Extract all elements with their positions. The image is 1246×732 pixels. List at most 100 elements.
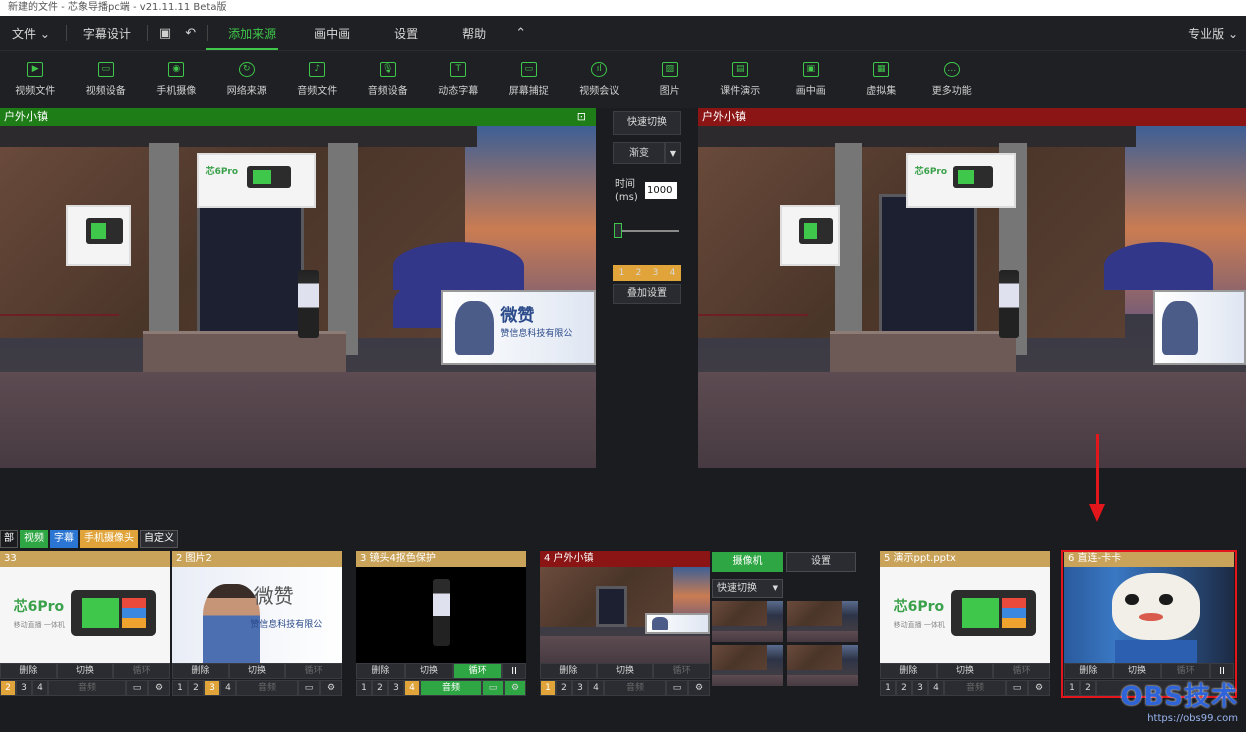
- layer-button-3[interactable]: 3: [388, 680, 404, 696]
- layer-button-4[interactable]: 4: [220, 680, 236, 696]
- camera-quick-switch-select[interactable]: 快速切换 ▼: [712, 579, 783, 598]
- transition-mode-select[interactable]: 渐变: [613, 142, 665, 164]
- audio-button[interactable]: 音频: [604, 680, 666, 696]
- gear-icon[interactable]: ⚙: [688, 680, 710, 696]
- tab-custom[interactable]: 自定义: [140, 530, 178, 548]
- toolbar-item-audio-file[interactable]: ♪ 音频文件: [282, 51, 353, 108]
- menu-subtitle-design[interactable]: 字幕设计: [71, 25, 143, 42]
- preview-video[interactable]: 芯6Pro 微赞 赞信息科技有限公: [0, 126, 596, 468]
- toolbar-item-image[interactable]: ▨ 图片: [635, 51, 706, 108]
- overlay-number-4[interactable]: 4: [664, 265, 681, 281]
- monitor-icon[interactable]: ▭: [298, 680, 320, 696]
- gear-icon[interactable]: ⚙: [320, 680, 342, 696]
- tab-pip[interactable]: 画中画: [292, 25, 372, 42]
- loop-button[interactable]: 循环: [653, 663, 711, 679]
- tab-all[interactable]: 部: [0, 530, 18, 548]
- gear-icon[interactable]: ⚙: [504, 680, 526, 696]
- toolbar-item-meeting[interactable]: ıl 视频会议: [564, 51, 635, 108]
- source-card[interactable]: 4 户外小镇 删除 切换 循环 1 2 3 4 音频 ▭ ⚙: [540, 551, 711, 698]
- layer-button-4[interactable]: 4: [32, 680, 48, 696]
- layer-button-1[interactable]: 1: [880, 680, 896, 696]
- toolbar-item-text[interactable]: T 动态字幕: [423, 51, 494, 108]
- camera-thumb[interactable]: [787, 645, 858, 686]
- loop-button[interactable]: 循环: [113, 663, 171, 679]
- source-thumbnail[interactable]: [356, 567, 526, 663]
- camera-thumb[interactable]: [712, 601, 783, 642]
- pause-button[interactable]: II: [502, 663, 527, 679]
- source-thumbnail[interactable]: [540, 567, 710, 663]
- gear-icon[interactable]: ⚙: [148, 680, 170, 696]
- layer-button-4[interactable]: 4: [928, 680, 944, 696]
- monitor-icon[interactable]: ▭: [482, 680, 504, 696]
- layer-button-2[interactable]: 2: [188, 680, 204, 696]
- layer-button-1[interactable]: 1: [540, 680, 556, 696]
- transition-slider-handle[interactable]: [614, 223, 622, 238]
- tab-add-source[interactable]: 添加来源: [212, 25, 292, 42]
- gear-icon[interactable]: ⚙: [1028, 680, 1050, 696]
- layer-button-2[interactable]: 2: [556, 680, 572, 696]
- toolbar-item-mic[interactable]: 🎙 音频设备: [353, 51, 424, 108]
- source-card[interactable]: 2 图片2 微赞 赞信息科技有限公 删除 切换 循环 1 2 3 4 音频 ▭ ⚙: [172, 551, 343, 698]
- delete-button[interactable]: 删除: [540, 663, 597, 679]
- layer-button-2[interactable]: 2: [896, 680, 912, 696]
- switch-button[interactable]: 切换: [228, 663, 286, 679]
- toolbar-item-courseware[interactable]: ▤ 课件演示: [705, 51, 776, 108]
- edition-selector[interactable]: 专业版 ⌄: [1188, 25, 1238, 42]
- toolbar-item-virtual-set[interactable]: ▦ 虚拟集: [846, 51, 917, 108]
- layer-button-3[interactable]: 3: [16, 680, 32, 696]
- layer-button-3[interactable]: 3: [572, 680, 588, 696]
- switch-button[interactable]: 切换: [404, 663, 454, 679]
- source-thumbnail[interactable]: 微赞 赞信息科技有限公: [172, 567, 342, 663]
- layer-button-4[interactable]: 4: [404, 680, 420, 696]
- camera-thumb[interactable]: [787, 601, 858, 642]
- monitor-icon[interactable]: ▭: [1006, 680, 1028, 696]
- monitor-icon[interactable]: ▭: [126, 680, 148, 696]
- layer-button-3[interactable]: 3: [912, 680, 928, 696]
- tab-video[interactable]: 视频: [20, 530, 48, 548]
- menu-file[interactable]: 文件 ⌄: [0, 25, 62, 42]
- tab-phone-camera[interactable]: 手机摄像头: [80, 530, 138, 548]
- source-card[interactable]: 3 镜头4抠色保护 删除 切换 循环 II 1 2 3 4 音频 ▭ ⚙: [356, 551, 527, 698]
- delete-button[interactable]: 删除: [172, 663, 229, 679]
- quick-switch-button[interactable]: 快速切换: [613, 111, 681, 135]
- delete-button[interactable]: 删除: [0, 663, 57, 679]
- audio-button[interactable]: 音频: [944, 680, 1006, 696]
- camera-thumb[interactable]: [712, 645, 783, 686]
- overlay-number-1[interactable]: 1: [613, 265, 630, 281]
- layer-button-2[interactable]: 2: [0, 680, 16, 696]
- tab-subtitle[interactable]: 字幕: [50, 530, 78, 548]
- toolbar-item-network[interactable]: ↻ 网络来源: [212, 51, 283, 108]
- time-input[interactable]: 1000: [645, 182, 677, 199]
- save-icon[interactable]: ▣: [152, 26, 178, 41]
- delete-button[interactable]: 删除: [880, 663, 937, 679]
- switch-button[interactable]: 切换: [936, 663, 994, 679]
- switch-button[interactable]: 切换: [596, 663, 654, 679]
- tab-help[interactable]: 帮助: [440, 25, 508, 42]
- chevron-down-icon[interactable]: ▼: [665, 142, 681, 164]
- monitor-icon[interactable]: ▭: [666, 680, 688, 696]
- source-thumbnail[interactable]: 芯6Pro 移动直播 一体机: [0, 567, 170, 663]
- toolbar-item-phone-camera[interactable]: ◉ 手机摄像: [141, 51, 212, 108]
- layer-button-2[interactable]: 2: [372, 680, 388, 696]
- overlay-number-3[interactable]: 3: [647, 265, 664, 281]
- source-card[interactable]: 33 芯6Pro 移动直播 一体机 删除 切换 循环 2 3 4 音频 ▭ ⚙: [0, 551, 171, 698]
- delete-button[interactable]: 删除: [356, 663, 405, 679]
- toolbar-item-screen[interactable]: ▭ 屏幕捕捉: [494, 51, 565, 108]
- overlay-settings-button[interactable]: 叠加设置: [613, 284, 681, 304]
- loop-button[interactable]: 循环: [993, 663, 1051, 679]
- undo-icon[interactable]: ↶: [178, 26, 203, 41]
- layer-button-1[interactable]: 1: [172, 680, 188, 696]
- toolbar-item-pip[interactable]: ▣ 画中画: [776, 51, 847, 108]
- layer-button-1[interactable]: 1: [356, 680, 372, 696]
- audio-button[interactable]: 音频: [236, 680, 298, 696]
- tab-camera[interactable]: 摄像机: [712, 552, 783, 572]
- loop-button[interactable]: 循环: [453, 663, 503, 679]
- overlay-number-2[interactable]: 2: [630, 265, 647, 281]
- tab-camera-settings[interactable]: 设置: [786, 552, 856, 572]
- tab-settings[interactable]: 设置: [372, 25, 440, 42]
- loop-button[interactable]: 循环: [285, 663, 343, 679]
- source-thumbnail[interactable]: 芯6Pro 移动直播 一体机: [880, 567, 1050, 663]
- audio-button[interactable]: 音频: [420, 680, 482, 696]
- transition-slider-track[interactable]: [615, 230, 679, 232]
- toolbar-item-more[interactable]: … 更多功能: [917, 51, 988, 108]
